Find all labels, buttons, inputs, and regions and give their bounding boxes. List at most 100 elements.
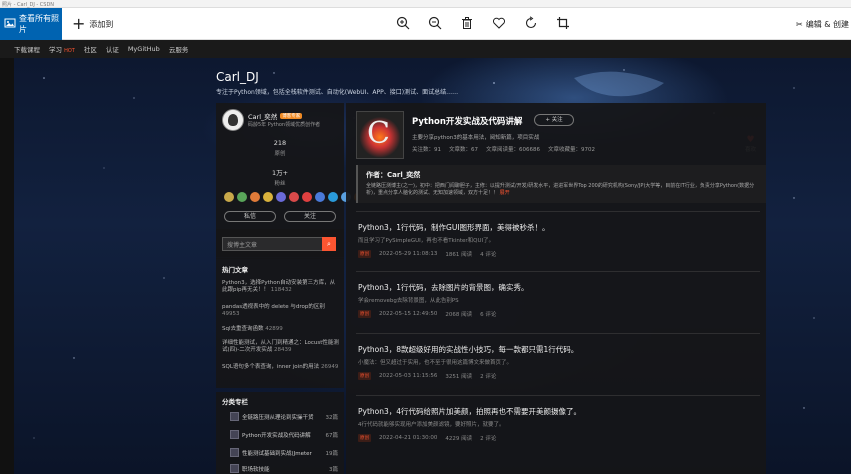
profile-name[interactable]: Carl_奕然 [248, 111, 277, 121]
heart-icon[interactable] [492, 16, 506, 30]
nav-item-learn-label: 学习 [49, 46, 62, 54]
edit-create-label: 编辑 & 创建 [805, 19, 850, 29]
medal-icon[interactable] [224, 192, 234, 202]
column-stat: 文章收藏量：9702 [548, 147, 595, 153]
edit-icon: ✂ [796, 19, 803, 29]
profile-info: 码龄5年 Python领域优质创作者 [248, 122, 321, 128]
article-item[interactable]: Python3，1行代码，去除图片的背景图，确实秀。 学会removebg去除背… [356, 271, 760, 329]
article-title[interactable]: Python3，4行代码给照片加美颜，拍照再也不需要开美颜摄像了。 [358, 406, 581, 417]
nav-item-certification[interactable]: 认证 [106, 44, 119, 54]
column-stat: 文章数：67 [449, 147, 478, 153]
column-stat: 文章阅读量：606686 [486, 147, 540, 153]
category-thumb-icon [230, 448, 239, 457]
stat-fans[interactable]: 1万+ 粉丝 [216, 167, 344, 187]
category-item[interactable]: 性能测试基础到实战(Jmeter 19篇 [230, 448, 338, 457]
article-comments: 6 评论 [480, 312, 497, 318]
search-button[interactable]: ⌕ [322, 237, 336, 251]
follow-button[interactable]: 关注 [284, 211, 336, 222]
article-reads: 4229 阅读 [445, 436, 473, 442]
article-summary: 学会removebg去除背景图，从此告别PS [358, 298, 459, 304]
hot-article-views: 118432 [270, 287, 292, 293]
nav-item-courses[interactable]: 下载课程 [14, 44, 40, 54]
original-tag: 原创 [358, 372, 371, 380]
article-reads: 3251 阅读 [445, 374, 473, 380]
rotate-icon[interactable] [524, 16, 538, 30]
stat-original-num: 218 [273, 139, 287, 147]
author-intro: 作者：Carl_奕然 全链路压测博主(之一)，初中：把西门闻聊胆子，主修：以提升… [356, 165, 766, 203]
zoom-in-icon[interactable] [396, 16, 410, 30]
column-follow-button[interactable]: + 关注 [534, 114, 574, 126]
nav-item-cloud[interactable]: 云服务 [169, 44, 189, 54]
hot-article-item[interactable]: SQL语句多个表查询，inner join的用法 26949 [222, 364, 340, 371]
hot-articles-title: 热门文章 [222, 266, 248, 274]
article-item[interactable]: Python3，4行代码给照片加美颜，拍照再也不需要开美颜摄像了。 4行代码就能… [356, 395, 760, 453]
article-title[interactable]: Python3，1行代码，去除图片的背景图，确实秀。 [358, 282, 529, 293]
delete-icon[interactable] [460, 16, 474, 30]
crop-icon[interactable] [556, 16, 570, 30]
photos-icon [4, 17, 16, 31]
category-count: 19篇 [325, 450, 339, 457]
hot-article-views: 28439 [274, 347, 292, 353]
expand-link[interactable]: 展开 [500, 190, 510, 196]
hot-article-item[interactable]: Python3，选择Python自动安装第三方库，从此跟pip再无关！！ 118… [222, 280, 340, 294]
message-button[interactable]: 私信 [224, 211, 276, 222]
column-stats: 关注数：91 文章数：67 文章阅读量：606686 文章收藏量：9702 [412, 145, 595, 153]
hot-article-item[interactable]: Sql去重查询函数 42899 [222, 326, 340, 333]
see-all-label: 查看所有照片 [19, 14, 59, 34]
column-cover-image [356, 111, 404, 159]
blog-title[interactable]: Carl_DJ [216, 70, 259, 84]
hot-article-views: 26949 [320, 364, 339, 370]
article-title[interactable]: Python3，1行代码，制作GUI图形界面，美得被秒杀！。 [358, 222, 550, 233]
article-date: 2022-05-29 11:08:13 [379, 251, 438, 257]
hot-article-item[interactable]: pandas透视表中的 delete 与drop的区别 49953 [222, 304, 340, 318]
medal-icon[interactable] [263, 192, 273, 202]
nav-item-mygithub[interactable]: MyGitHub [128, 45, 160, 53]
avatar[interactable] [222, 109, 244, 131]
hot-article-text: Sql去重查询函数 [222, 326, 264, 332]
stat-original[interactable]: 218 原创 [216, 139, 344, 157]
category-item[interactable]: Python开发实战及代码讲解 67篇 [230, 430, 338, 439]
article-item[interactable]: Python3，1行代码，制作GUI图形界面，美得被秒杀！。 而且学习了PySi… [356, 211, 760, 269]
article-summary: 小魔法：但又超过于实用，也不至于很用这篇博文来做首页了。 [358, 360, 513, 366]
category-name: 职场软技能 [242, 466, 270, 473]
window-title: 照片 - Carl_DJ - CSDN [2, 2, 55, 8]
expert-badge: 博客专家 [280, 113, 303, 119]
author-intro-text: 全链路压测博主(之一)，初中：把西门闻聊胆子，主修：以提升测试/开发/研发水平，… [366, 183, 755, 196]
article-comments: 4 评论 [480, 252, 497, 258]
category-count: 32篇 [325, 414, 339, 421]
zoom-out-icon[interactable] [428, 16, 442, 30]
medal-icon[interactable] [328, 192, 338, 202]
article-item[interactable]: Python3，8款超级好用的实战性小技巧，每一款都只需1行代码。 小魔法：但又… [356, 333, 760, 391]
hot-article-text: SQL语句多个表查询，inner join的用法 [222, 364, 320, 370]
hot-article-item[interactable]: 详细性能测试，从入门到精通之：Locust性能测试(四)-二次开发实战 2843… [222, 340, 340, 354]
medal-icon[interactable] [315, 192, 325, 202]
author-label: 作者：Carl_奕然 [366, 171, 421, 179]
stat-fans-num: 1万+ [271, 169, 289, 177]
stat-fans-label: 粉丝 [274, 181, 286, 187]
nav-item-community[interactable]: 社区 [84, 44, 97, 54]
blog-subtitle: 专注于Python领域，包括全栈软件测试、自动化(WebUI、APP、接口)测试… [216, 89, 459, 96]
categories-panel: 分类专栏 全链路压测从理论到实操干货 32篇 Python开发实战及代码讲解 67篇… [216, 392, 344, 474]
add-to-button[interactable]: + 添加到 [72, 8, 113, 40]
stat-original-label: 原创 [274, 151, 286, 157]
nav-item-learn[interactable]: 学习 HOT [49, 44, 75, 54]
article-summary: 而且学习了PySimpleGUI，再也不看Tkinter和QUI了。 [358, 238, 495, 244]
medal-icon[interactable] [237, 192, 247, 202]
medal-icon[interactable] [289, 192, 299, 202]
article-title[interactable]: Python3，8款超级好用的实战性小技巧，每一款都只需1行代码。 [358, 344, 578, 355]
column-main: Python开发实战及代码讲解 + 关注 主要分享python3的基本用法，阅知… [346, 103, 766, 474]
article-comments: 2 评论 [480, 436, 497, 442]
article-reads: 2068 阅读 [445, 312, 473, 318]
medal-icon[interactable] [250, 192, 260, 202]
category-thumb-icon [230, 412, 239, 421]
category-name: Python开发实战及代码讲解 [242, 432, 311, 439]
medal-row [224, 192, 364, 202]
see-all-photos-button[interactable]: 查看所有照片 [0, 8, 62, 40]
search-input[interactable]: 搜博主文章 [222, 237, 330, 251]
category-item[interactable]: 职场软技能 3篇 [230, 464, 338, 473]
medal-icon[interactable] [276, 192, 286, 202]
edit-create-button[interactable]: ✂ 编辑 & 创建 [796, 8, 849, 40]
medal-icon[interactable] [302, 192, 312, 202]
categories-title: 分类专栏 [222, 398, 248, 406]
category-item[interactable]: 全链路压测从理论到实操干货 32篇 [230, 412, 338, 421]
